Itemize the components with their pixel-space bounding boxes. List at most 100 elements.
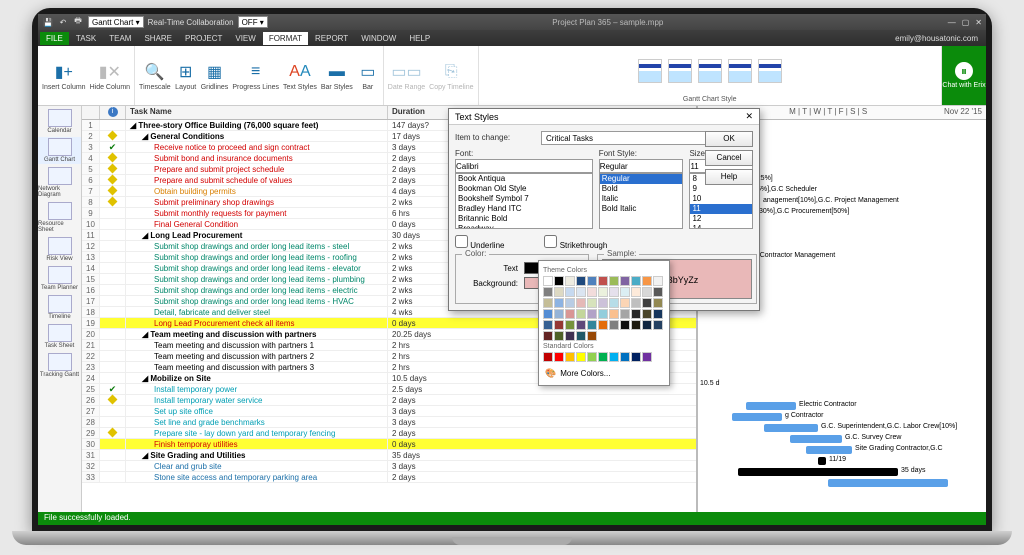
color-swatch[interactable] [576,331,586,341]
tab-project[interactable]: PROJECT [179,32,228,45]
help-button[interactable]: Help [705,169,753,185]
gantt-bar[interactable] [828,479,948,487]
color-swatch[interactable] [543,276,553,286]
nav-task-sheet[interactable]: Task Sheet [38,323,81,350]
color-swatch[interactable] [576,276,586,286]
gridlines-button[interactable]: ▦Gridlines [201,61,229,91]
nav-resource-sheet[interactable]: Resource Sheet [38,201,81,234]
color-swatch[interactable] [620,352,630,362]
color-swatch[interactable] [576,320,586,330]
task-row[interactable]: 30Finish temporay utilities0 days [82,439,696,450]
gantt-bar[interactable] [738,468,898,476]
cancel-button[interactable]: Cancel [705,150,753,166]
task-row[interactable]: 27Set up site office3 days [82,406,696,417]
gantt-bar[interactable] [732,413,782,421]
qa-save-icon[interactable]: 💾 [42,16,54,28]
standard-color-palette[interactable] [543,352,665,362]
color-swatch[interactable] [598,276,608,286]
gantt-bar[interactable] [746,402,796,410]
color-swatch[interactable] [620,298,630,308]
color-swatch[interactable] [543,331,553,341]
qa-view-combo[interactable]: Gantt Chart ▾ [88,16,144,28]
tab-team[interactable]: TEAM [103,32,137,45]
nav-risk-view[interactable]: Risk View [38,236,81,263]
strikethrough-checkbox[interactable]: Strikethrough [544,235,607,250]
tab-format[interactable]: FORMAT [263,32,308,45]
color-swatch[interactable] [565,352,575,362]
color-swatch[interactable] [598,352,608,362]
hide-column-button[interactable]: ▮✕Hide Column [90,61,130,91]
color-swatch[interactable] [653,276,663,286]
color-swatch[interactable] [598,309,608,319]
color-swatch[interactable] [587,331,597,341]
nav-team-planner[interactable]: Team Planner [38,265,81,292]
color-swatch[interactable] [565,309,575,319]
ok-button[interactable]: OK [705,131,753,147]
task-row[interactable]: 31◢ Site Grading and Utilities35 days [82,450,696,461]
theme-color-palette[interactable] [543,276,665,341]
font-style-list[interactable]: RegularBoldItalicBold Italic [599,173,684,229]
color-swatch[interactable] [576,309,586,319]
gantt-bar[interactable] [790,435,842,443]
color-swatch[interactable] [565,320,575,330]
color-swatch[interactable] [565,331,575,341]
color-swatch[interactable] [653,287,663,297]
nav-gantt-chart[interactable]: Gantt Chart [38,137,81,164]
timescale-button[interactable]: 🔍Timescale [139,61,171,91]
tab-file[interactable]: FILE [40,32,69,45]
tab-window[interactable]: WINDOW [355,32,402,45]
col-task-name[interactable]: Task Name [126,106,388,119]
task-row[interactable]: 32Clear and grub site3 days [82,461,696,472]
color-swatch[interactable] [620,276,630,286]
tab-share[interactable]: SHARE [138,32,178,45]
color-swatch[interactable] [565,298,575,308]
more-colors-button[interactable]: More Colors... [543,366,665,381]
color-swatch[interactable] [543,298,553,308]
color-swatch[interactable] [587,298,597,308]
color-swatch[interactable] [620,320,630,330]
tab-task[interactable]: TASK [70,32,102,45]
task-row[interactable]: 33Stone site access and temporary parkin… [82,472,696,483]
color-swatch[interactable] [620,309,630,319]
color-swatch[interactable] [609,352,619,362]
color-swatch[interactable] [587,309,597,319]
bar-styles-button[interactable]: ▬Bar Styles [321,61,353,91]
color-swatch[interactable] [631,287,641,297]
tab-view[interactable]: VIEW [229,32,261,45]
task-row[interactable]: 29Prepare site - lay down yard and tempo… [82,428,696,439]
color-swatch[interactable] [653,298,663,308]
color-swatch[interactable] [587,352,597,362]
color-swatch[interactable] [642,320,652,330]
close-icon[interactable]: ✕ [975,18,982,27]
color-swatch[interactable] [609,287,619,297]
color-swatch[interactable] [631,276,641,286]
color-swatch[interactable] [609,320,619,330]
color-swatch[interactable] [543,309,553,319]
color-swatch[interactable] [554,331,564,341]
gantt-bar[interactable] [818,457,826,465]
nav-calendar[interactable]: Calendar [38,108,81,135]
gantt-style-gallery[interactable] [637,48,783,94]
color-swatch[interactable] [609,309,619,319]
maximize-icon[interactable]: ▢ [962,18,970,27]
insert-column-button[interactable]: ▮+Insert Column [42,61,86,91]
color-swatch[interactable] [554,352,564,362]
color-swatch[interactable] [598,320,608,330]
color-swatch[interactable] [576,298,586,308]
gantt-bar[interactable] [764,424,818,432]
color-swatch[interactable] [554,298,564,308]
nav-timeline[interactable]: Timeline [38,294,81,321]
color-swatch[interactable] [587,320,597,330]
layout-button[interactable]: ⊞Layout [175,61,197,91]
tab-help[interactable]: HELP [403,32,436,45]
font-list[interactable]: Book AntiquaBookman Old StyleBookshelf S… [455,173,593,229]
color-swatch[interactable] [642,309,652,319]
color-swatch[interactable] [642,298,652,308]
color-swatch[interactable] [653,320,663,330]
qa-print-icon[interactable]: 🖶 [72,16,84,28]
color-swatch[interactable] [609,276,619,286]
color-swatch[interactable] [598,287,608,297]
color-swatch[interactable] [565,287,575,297]
color-swatch[interactable] [642,276,652,286]
color-swatch[interactable] [620,287,630,297]
